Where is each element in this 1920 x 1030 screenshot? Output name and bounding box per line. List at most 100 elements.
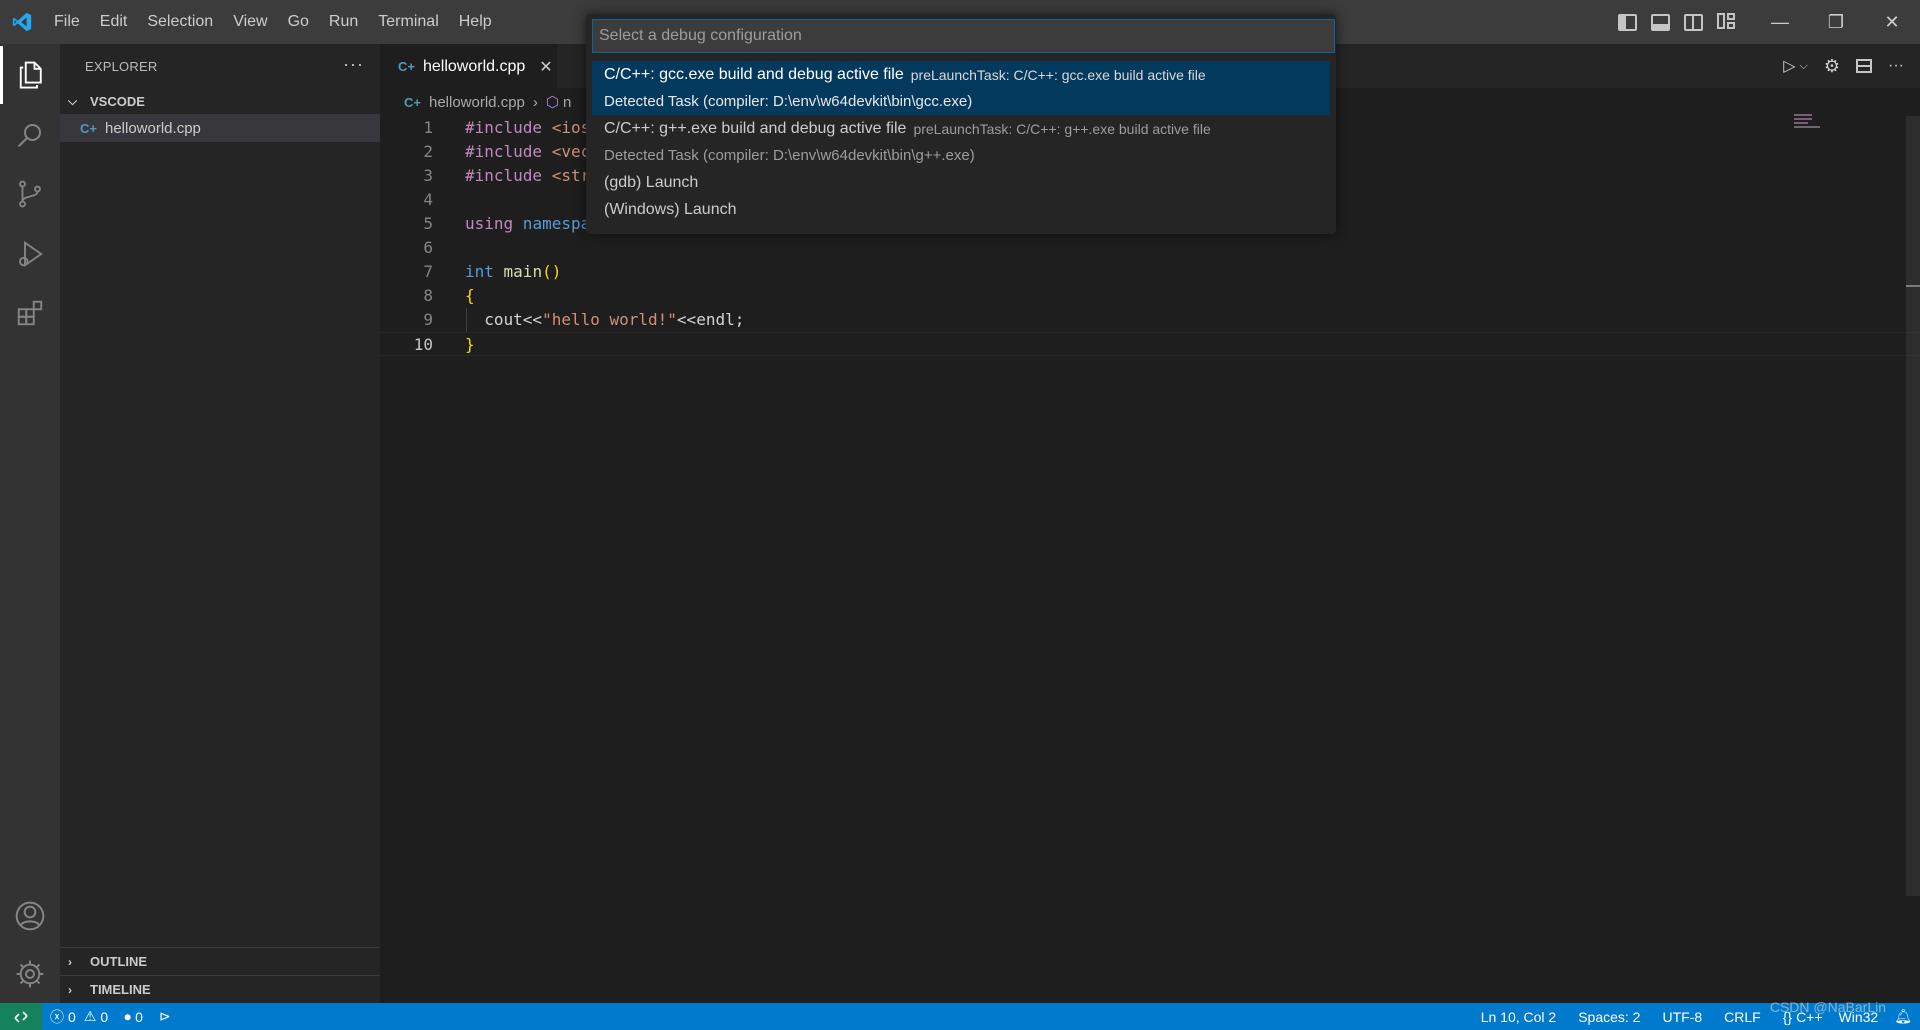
activity-bar — [0, 44, 60, 1003]
ports-count: 0 — [135, 1008, 143, 1025]
code-token: #include — [465, 142, 543, 161]
toggle-primary-sidebar-icon[interactable] — [1618, 13, 1637, 31]
toggle-secondary-sidebar-icon[interactable] — [1684, 13, 1703, 31]
code-token: } — [465, 335, 475, 354]
status-bar: ⓧ 0 ⚠ 0 ⦁ 0 ⊳ Ln 10, Col 2 Spaces: 2 UTF… — [0, 999, 1920, 1030]
quick-pick-item-gdb[interactable]: (gdb) Launch — [592, 169, 1330, 196]
customize-layout-icon[interactable] — [1717, 13, 1735, 31]
ports-indicator[interactable]: ⦁ 0 — [116, 1008, 151, 1025]
search-icon[interactable] — [0, 106, 60, 164]
indentation[interactable]: Spaces: 2 — [1570, 1009, 1648, 1025]
code-token: <ios — [542, 118, 591, 137]
breadcrumb-symbol[interactable]: n — [563, 94, 571, 111]
close-window-icon[interactable]: ✕ — [1864, 0, 1920, 44]
accounts-icon[interactable] — [0, 887, 60, 945]
timeline-label: TIMELINE — [90, 982, 151, 997]
close-tab-icon[interactable]: ✕ — [539, 57, 552, 77]
outline-label: OUTLINE — [90, 954, 148, 969]
line-number: 3 — [423, 166, 433, 185]
window-controls: — ❐ ✕ — [1752, 0, 1920, 44]
code-token: <<endl; — [676, 310, 745, 329]
chevron-right-icon: › — [68, 982, 72, 997]
run-icon[interactable]: ▷ — [1783, 56, 1795, 76]
end-of-line[interactable]: CRLF — [1716, 1009, 1769, 1025]
manage-gear-icon[interactable] — [0, 945, 60, 1003]
code-token: cout<< — [484, 310, 543, 329]
item-description: preLaunchTask: C/C++: gcc.exe build acti… — [910, 66, 1206, 83]
feedback-icon[interactable]: 🔔︎ — [1886, 1008, 1920, 1025]
menu-go[interactable]: Go — [278, 0, 319, 44]
toggle-panel-icon[interactable] — [1651, 13, 1670, 31]
code-token: "hello world!" — [542, 310, 677, 329]
encoding[interactable]: UTF-8 — [1654, 1009, 1710, 1025]
cpp-file-icon: C+ — [404, 94, 421, 110]
vscode-logo-icon — [0, 0, 44, 44]
editor-actions: ▷ ⌵ ⚙ ··· — [1783, 44, 1920, 88]
code-token: <str — [542, 166, 591, 185]
item-label: (Windows) Launch — [604, 200, 737, 218]
quick-pick-input[interactable] — [592, 19, 1335, 53]
tab-label: helloworld.cpp — [422, 57, 526, 75]
more-actions-icon[interactable]: ··· — [343, 54, 364, 75]
quick-pick-item-gcc[interactable]: C/C++: gcc.exe build and debug active fi… — [592, 61, 1330, 115]
sidebar-bottom-sections: › OUTLINE › TIMELINE — [60, 947, 380, 1003]
code-line-current: 10 } — [380, 332, 1920, 356]
cpp-file-icon: C+ — [80, 120, 97, 136]
code-token: using — [465, 214, 514, 233]
error-count: 0 — [68, 1008, 76, 1025]
source-control-icon[interactable] — [0, 165, 60, 223]
sidebar-title: EXPLORER — [85, 58, 158, 74]
code-token: main — [493, 262, 543, 281]
folder-section-header[interactable]: ⌵ VSCODE — [60, 88, 380, 114]
timeline-section-header[interactable]: › TIMELINE — [60, 975, 380, 1003]
problems-indicator[interactable]: ⓧ 0 ⚠ 0 — [42, 1007, 116, 1027]
remote-indicator-icon[interactable] — [0, 1003, 42, 1030]
menu-view[interactable]: View — [223, 0, 277, 44]
code-token: () — [542, 262, 562, 281]
menu-help[interactable]: Help — [449, 0, 502, 44]
breadcrumb-separator-icon: › — [532, 93, 538, 111]
quick-pick-item-gpp[interactable]: C/C++: g++.exe build and debug active fi… — [592, 115, 1330, 169]
line-number: 9 — [423, 310, 433, 329]
minimize-icon[interactable]: — — [1752, 0, 1808, 44]
run-and-debug-icon[interactable] — [0, 225, 60, 283]
outline-section-header[interactable]: › OUTLINE — [60, 947, 380, 975]
warning-icon: ⚠ — [83, 1008, 97, 1024]
restore-icon[interactable]: ❐ — [1808, 0, 1864, 44]
run-dropdown-chevron-icon[interactable]: ⌵ — [1800, 60, 1808, 73]
code-token: #include — [465, 166, 543, 185]
menu-terminal[interactable]: Terminal — [368, 0, 448, 44]
file-item-helloworld[interactable]: C+ helloworld.cpp — [60, 114, 380, 142]
line-number: 7 — [423, 262, 433, 281]
code-line: 9 cout<<"hello world!"<<endl; — [380, 308, 1920, 332]
tab-helloworld[interactable]: C+ helloworld.cpp ✕ — [380, 44, 557, 88]
menu-selection[interactable]: Selection — [137, 0, 223, 44]
extensions-icon[interactable] — [0, 284, 60, 342]
code-line: 7 int main() — [380, 260, 1920, 284]
line-number: 10 — [413, 335, 433, 354]
menu-run[interactable]: Run — [319, 0, 368, 44]
item-detail: Detected Task (compiler: D:\env\w64devki… — [604, 93, 973, 110]
quick-pick-item-windows[interactable]: (Windows) Launch — [592, 196, 1330, 223]
settings-gear-icon[interactable]: ⚙ — [1824, 56, 1840, 77]
watermark: CSDN @NaBarLin — [1769, 999, 1886, 1015]
editor-more-icon[interactable]: ··· — [1888, 57, 1904, 75]
quick-pick-list: C/C++: gcc.exe build and debug active fi… — [592, 61, 1330, 223]
cursor-position[interactable]: Ln 10, Col 2 — [1473, 1009, 1565, 1025]
code-token: <vec — [542, 142, 591, 161]
symbol-icon: ⬡ — [545, 94, 559, 111]
menu-edit[interactable]: Edit — [90, 0, 138, 44]
breadcrumb-file[interactable]: helloworld.cpp — [429, 94, 525, 111]
explorer-sidebar: EXPLORER ··· ⌵ VSCODE C+ helloworld.cpp … — [60, 44, 380, 1003]
item-label: C/C++: g++.exe build and debug active fi… — [604, 119, 907, 137]
code-token: #include — [465, 118, 543, 137]
debug-launch-indicator[interactable]: ⊳ — [151, 1008, 179, 1025]
vertical-scrollbar[interactable] — [1906, 116, 1920, 896]
split-editor-icon[interactable] — [1856, 59, 1873, 73]
menu-file[interactable]: File — [44, 0, 90, 44]
code-token: int — [465, 262, 494, 281]
minimap[interactable] — [1794, 114, 1824, 134]
code-token: { — [465, 286, 475, 305]
explorer-icon[interactable] — [0, 46, 60, 104]
debug-icon: ⊳ — [158, 1008, 171, 1024]
